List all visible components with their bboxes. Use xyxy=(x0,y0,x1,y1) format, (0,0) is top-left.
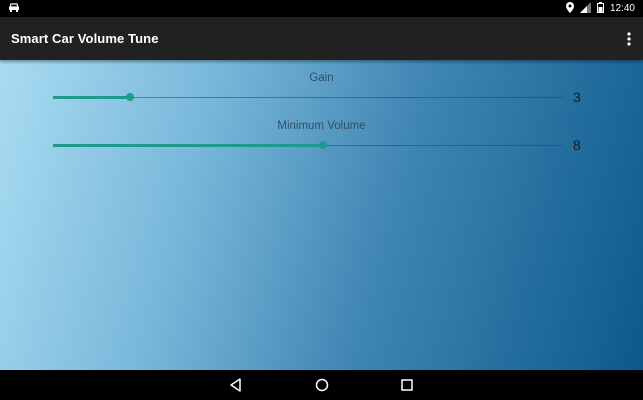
status-time: 12:40 xyxy=(609,3,635,14)
car-notification-icon xyxy=(8,2,20,16)
more-vert-icon[interactable] xyxy=(615,27,631,51)
status-bar: 12:40 xyxy=(0,0,643,17)
navigation-bar xyxy=(0,370,643,400)
app-title: Smart Car Volume Tune xyxy=(11,31,159,46)
home-icon[interactable] xyxy=(314,377,330,393)
gain-slider-fill xyxy=(53,96,130,99)
gain-slider-thumb[interactable] xyxy=(125,93,134,101)
status-left xyxy=(8,2,20,16)
status-right: 12:40 xyxy=(565,1,635,16)
gain-slider[interactable] xyxy=(53,93,563,101)
back-icon[interactable] xyxy=(228,377,244,393)
minimum-volume-slider-thumb[interactable] xyxy=(319,141,328,149)
gain-value: 3 xyxy=(573,89,581,105)
recents-icon[interactable] xyxy=(399,377,415,393)
location-icon xyxy=(565,1,574,16)
minimum-volume-slider[interactable] xyxy=(53,141,563,149)
signal-icon xyxy=(579,1,591,16)
gain-label: Gain xyxy=(309,72,334,84)
screen: 12:40 Smart Car Volume Tune Gain 3 Minim… xyxy=(0,0,643,400)
minimum-volume-slider-fill xyxy=(53,144,324,147)
minimum-volume-value: 8 xyxy=(573,137,581,153)
minimum-volume-label: Minimum Volume xyxy=(277,120,366,132)
content-area: Gain 3 Minimum Volume 8 xyxy=(0,60,643,370)
battery-icon xyxy=(596,1,604,16)
app-bar: Smart Car Volume Tune xyxy=(0,17,643,60)
